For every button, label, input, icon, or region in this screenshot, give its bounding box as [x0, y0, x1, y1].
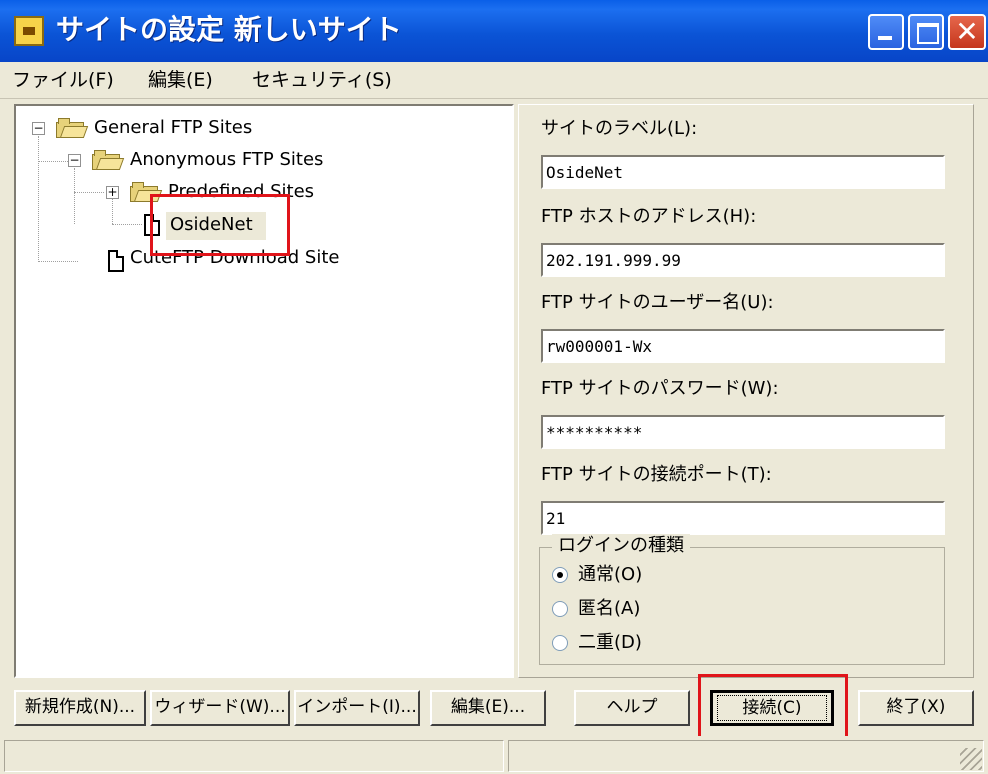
- document-icon: [108, 250, 124, 272]
- highlight-box-osidenet: [150, 194, 290, 256]
- login-type-legend: ログインの種類: [552, 534, 690, 558]
- site-label-input[interactable]: [541, 155, 945, 189]
- window-title: サイトの設定 新しいサイト: [56, 13, 402, 46]
- tree-line: [112, 224, 142, 225]
- password-input[interactable]: [541, 415, 945, 449]
- login-type-group: ログインの種類 通常(O) 匿名(A) 二重(D): [539, 534, 945, 665]
- exit-button[interactable]: 終了(X): [858, 690, 974, 726]
- tree-line: [74, 192, 104, 193]
- app-icon: [14, 16, 44, 46]
- radio-anonymous-label: 匿名(A): [578, 598, 641, 619]
- tree-line: [74, 168, 75, 224]
- menu-edit[interactable]: 編集(E): [148, 66, 213, 94]
- radio-unchecked-icon: [552, 601, 568, 617]
- tree-item-anonymous-ftp-sites[interactable]: Anonymous FTP Sites: [130, 148, 323, 172]
- collapse-toggle-anonymous[interactable]: −: [68, 154, 81, 167]
- wizard-button[interactable]: ウィザード(W)...: [150, 690, 290, 726]
- tree-line: [38, 161, 72, 162]
- edit-button[interactable]: 編集(E)...: [430, 690, 546, 726]
- folder-open-icon: [92, 150, 125, 170]
- import-button[interactable]: インポート(I)...: [294, 690, 420, 726]
- host-address-input[interactable]: [541, 243, 945, 277]
- status-pane-left: [4, 740, 504, 772]
- radio-double-label: 二重(D): [578, 632, 642, 653]
- close-button[interactable]: ✕: [948, 14, 986, 50]
- maximize-button[interactable]: [908, 14, 944, 50]
- help-button[interactable]: ヘルプ: [574, 690, 690, 726]
- resize-grip-icon[interactable]: [960, 748, 982, 770]
- radio-normal-label: 通常(O): [578, 564, 643, 585]
- close-icon: ✕: [955, 15, 979, 48]
- username-label: FTP サイトのユーザー名(U):: [541, 292, 774, 313]
- port-input[interactable]: [541, 501, 945, 535]
- status-bar: [0, 736, 988, 774]
- menu-file[interactable]: ファイル(F): [12, 66, 114, 94]
- highlight-box-connect: [698, 674, 848, 744]
- tree-line: [38, 136, 39, 262]
- site-settings-window: サイトの設定 新しいサイト ✕ ファイル(F) 編集(E) セキュリティ(S) …: [0, 0, 988, 774]
- collapse-toggle-general[interactable]: −: [32, 122, 45, 135]
- port-label: FTP サイトの接続ポート(T):: [541, 464, 772, 485]
- radio-unchecked-icon: [552, 635, 568, 651]
- folder-open-icon: [56, 118, 89, 138]
- tree-line: [38, 261, 78, 262]
- site-label-label: サイトのラベル(L):: [541, 118, 698, 139]
- expand-toggle-predefined[interactable]: +: [106, 186, 119, 199]
- site-tree[interactable]: − General FTP Sites − Anonymous FTP Site…: [14, 104, 514, 678]
- menu-bar: ファイル(F) 編集(E) セキュリティ(S): [0, 62, 988, 99]
- host-address-label: FTP ホストのアドレス(H):: [541, 206, 757, 227]
- tree-line: [112, 198, 113, 224]
- password-label: FTP サイトのパスワード(W):: [541, 378, 779, 399]
- title-bar[interactable]: サイトの設定 新しいサイト ✕: [0, 0, 988, 62]
- status-pane-right: [508, 740, 984, 772]
- site-settings-panel: サイトのラベル(L): FTP ホストのアドレス(H): FTP サイトのユーザ…: [518, 104, 974, 678]
- username-input[interactable]: [541, 329, 945, 363]
- new-button[interactable]: 新規作成(N)...: [14, 690, 146, 726]
- menu-security[interactable]: セキュリティ(S): [252, 66, 392, 94]
- minimize-button[interactable]: [868, 14, 904, 50]
- tree-item-general-ftp-sites[interactable]: General FTP Sites: [94, 116, 252, 140]
- radio-checked-icon: [552, 567, 568, 583]
